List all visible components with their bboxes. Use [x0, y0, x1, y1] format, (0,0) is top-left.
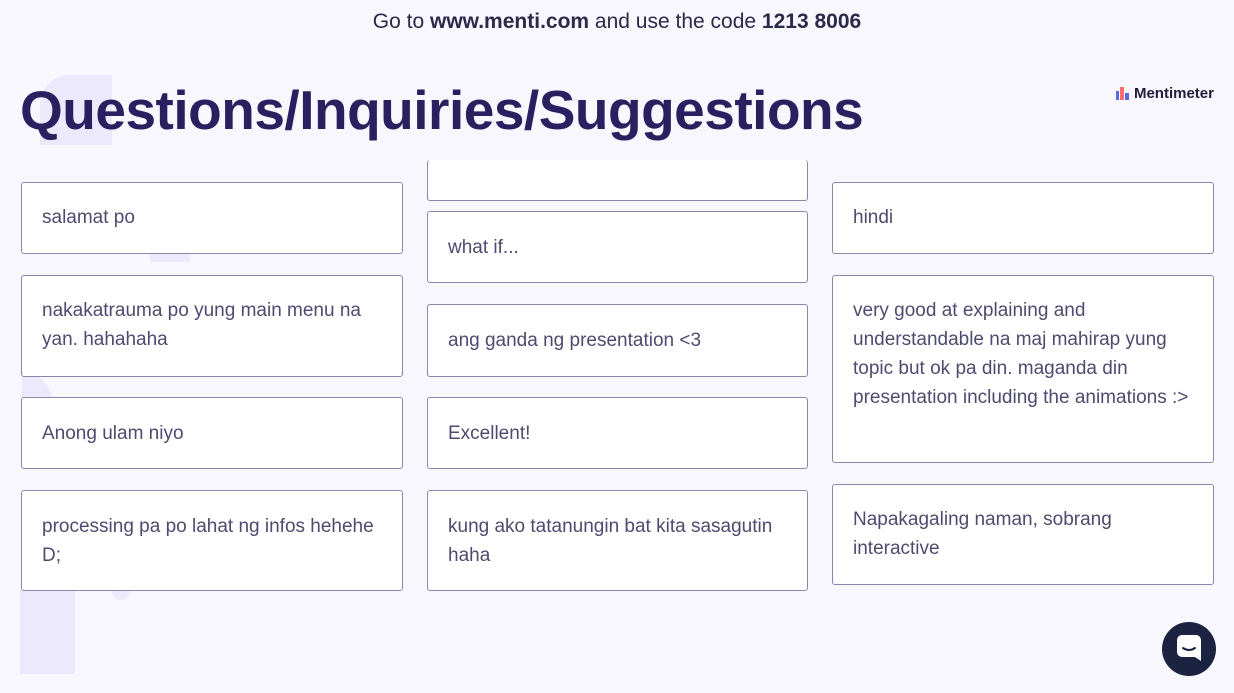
response-card: Anong ulam niyo [21, 397, 403, 469]
join-code: 1213 8006 [761, 10, 862, 33]
response-card: hindi [832, 182, 1214, 254]
response-card: salamat po [21, 182, 403, 254]
response-card: processing pa po lahat ng infos hehehe D… [21, 490, 403, 591]
response-card: ang ganda ng presentation <3 [427, 304, 808, 377]
response-card: nakakatrauma po yung main menu na yan. h… [21, 275, 403, 377]
join-middle: and use the code [589, 10, 762, 33]
response-card: very good at explaining and understandab… [832, 275, 1214, 463]
chat-button[interactable] [1162, 622, 1216, 676]
response-card: what if... [427, 211, 808, 283]
chat-bubble-icon [1175, 633, 1203, 666]
join-prefix: Go to [372, 10, 430, 33]
background-decoration [20, 590, 75, 674]
slide-title: Questions/Inquiries/Suggestions [20, 79, 864, 141]
response-card: kung ako tatanungin bat kita sasagutin h… [427, 490, 808, 591]
response-card: Napakagaling naman, sobrang interactive [832, 484, 1214, 585]
brand-name: Mentimeter [1133, 85, 1214, 102]
join-instructions: Go to www.menti.com and use the code 121… [0, 0, 1234, 44]
response-card-partial [427, 160, 808, 201]
response-card: Excellent! [427, 397, 808, 469]
join-url[interactable]: www.menti.com [430, 10, 589, 33]
mentimeter-brand: Mentimeter [1115, 85, 1214, 102]
mentimeter-logo-icon [1115, 87, 1129, 100]
